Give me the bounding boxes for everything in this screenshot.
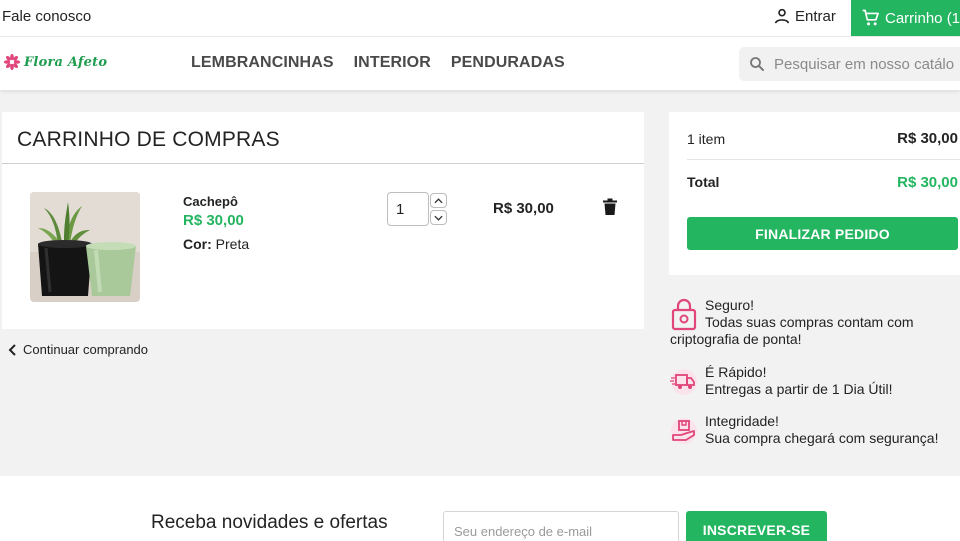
newsletter-title: Receba novidades e ofertas xyxy=(151,512,388,533)
planter-illustration xyxy=(30,192,140,302)
cart-panel: CARRINHO DE COMPRAS Cachepô R$ 30,00 Cor… xyxy=(2,112,644,329)
quantity-decrease-button[interactable] xyxy=(430,210,447,225)
cart-title: CARRINHO DE COMPRAS xyxy=(17,128,280,151)
login-link[interactable]: Entrar xyxy=(772,6,836,26)
reassurance-text: Sua compra chegará com segurança! xyxy=(705,430,939,446)
quantity-input[interactable]: 1 xyxy=(387,192,429,226)
items-subtotal: R$ 30,00 xyxy=(897,130,958,147)
summary-divider xyxy=(687,159,960,160)
search-input[interactable] xyxy=(774,55,954,73)
reassurance-text-cont: criptografia de ponta! xyxy=(670,331,802,347)
total-label: Total xyxy=(687,174,720,190)
reassurance-secure: Seguro! Todas suas compras contam com cr… xyxy=(669,297,960,353)
cart-label: Carrinho (1) xyxy=(885,9,960,27)
package-hand-icon xyxy=(671,418,697,444)
flower-icon xyxy=(3,53,21,71)
attribute-label: Cor: xyxy=(183,236,212,252)
cart-button[interactable]: Carrinho (1) xyxy=(851,0,960,36)
main-nav: LEMBRANCINHAS INTERIOR PENDURADAS xyxy=(191,54,565,72)
continue-shopping-label: Continuar comprando xyxy=(23,342,149,357)
newsletter-section: Receba novidades e ofertas INSCREVER-SE xyxy=(0,476,960,541)
product-name[interactable]: Cachepô xyxy=(183,194,238,209)
top-bar: Fale conosco Entrar Carrinho (1) xyxy=(0,0,960,37)
newsletter-email-input[interactable] xyxy=(443,511,679,541)
chevron-down-icon xyxy=(434,215,443,221)
cart-icon xyxy=(862,9,879,26)
line-total: R$ 30,00 xyxy=(493,200,554,217)
search-icon[interactable] xyxy=(748,55,766,73)
main-header: Flora Afeto LEMBRANCINHAS INTERIOR PENDU… xyxy=(0,37,960,90)
attribute-value: Preta xyxy=(215,236,250,252)
order-summary: 1 item R$ 30,00 Total R$ 30,00 FINALIZAR… xyxy=(669,112,960,275)
reassurance-title: Seguro! xyxy=(705,297,755,313)
product-image[interactable] xyxy=(30,192,140,302)
checkout-button[interactable]: FINALIZAR PEDIDO xyxy=(687,217,958,250)
contact-link[interactable]: Fale conosco xyxy=(2,8,91,25)
reassurance-integrity: Integridade! Sua compra chegará com segu… xyxy=(669,413,960,449)
cart-divider xyxy=(2,163,644,164)
product-price: R$ 30,00 xyxy=(183,212,244,229)
continue-shopping-link[interactable]: Continuar comprando xyxy=(8,342,148,357)
login-label: Entrar xyxy=(795,7,836,25)
items-count: 1 item xyxy=(687,131,726,147)
delivery-truck-icon xyxy=(670,369,697,395)
lock-icon xyxy=(671,298,697,331)
user-icon xyxy=(774,8,790,24)
reassurance-title: Integridade! xyxy=(705,413,779,429)
chevron-left-icon xyxy=(8,343,16,356)
logo-text: Flora Afeto xyxy=(24,54,108,70)
nav-item-lembrancinhas[interactable]: LEMBRANCINHAS xyxy=(191,54,334,72)
reassurance-text: Todas suas compras contam com xyxy=(705,314,914,330)
quantity-increase-button[interactable] xyxy=(430,193,447,208)
reassurance-fast: É Rápido! Entregas a partir de 1 Dia Úti… xyxy=(669,364,960,400)
reassurance-title: É Rápido! xyxy=(705,364,767,380)
search-box xyxy=(739,47,960,81)
newsletter-subscribe-button[interactable]: INSCREVER-SE xyxy=(686,511,827,541)
nav-item-interior[interactable]: INTERIOR xyxy=(354,54,431,72)
reassurance-text: Entregas a partir de 1 Dia Útil! xyxy=(705,381,893,397)
nav-item-penduradas[interactable]: PENDURADAS xyxy=(451,54,565,72)
store-logo[interactable]: Flora Afeto xyxy=(3,53,107,71)
trash-icon[interactable] xyxy=(602,198,618,216)
total-value: R$ 30,00 xyxy=(897,174,958,191)
chevron-up-icon xyxy=(434,197,443,203)
product-attribute: Cor: Preta xyxy=(183,236,249,252)
